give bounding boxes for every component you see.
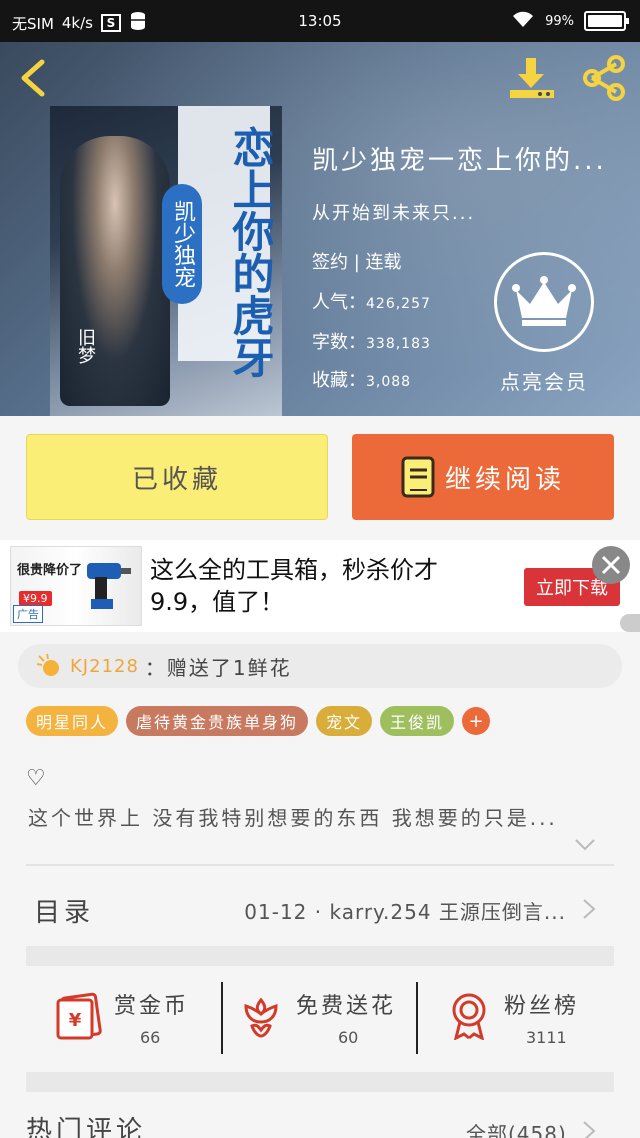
book-title: 凯少独宠一恋上你的... [312, 146, 607, 176]
free-flower-action[interactable]: 免费送花 60 [224, 966, 418, 1072]
back-arrow-icon [21, 59, 45, 97]
svg-text:¥: ¥ [69, 1010, 82, 1031]
ad-banner[interactable]: 很贵降价了 ¥9.9 广告 这么全的工具箱，秒杀价才9.9，值了！ 立即下载 [0, 540, 640, 632]
book-short-desc: 从开始到未来只... [312, 203, 476, 224]
gift-sparkle-icon [36, 653, 59, 676]
popularity-row: 人气：426,257 [312, 288, 431, 314]
book-status: 签约 | 连载 [312, 252, 402, 273]
reward-coins-label: 赏金币 [114, 994, 190, 1019]
ticker-user: KJ2128 [70, 655, 139, 677]
reward-coins-count: 66 [140, 1028, 161, 1047]
book-info: 凯少独宠一恋上你的... 从开始到未来只... [312, 140, 607, 225]
wifi-icon [511, 10, 535, 32]
back-button[interactable] [16, 58, 52, 98]
popularity-label: 人气： [312, 292, 366, 313]
add-tag-button[interactable]: + [462, 707, 491, 735]
vip-button[interactable] [494, 252, 594, 352]
favorites-row: 收藏：3,088 [312, 366, 411, 392]
gift-ticker[interactable]: KJ2128 ：赠送了1鲜花 [18, 644, 622, 688]
crown-icon [512, 276, 576, 326]
tag-item[interactable]: 王俊凯 [380, 706, 455, 736]
red-envelope-icon: ¥ [56, 992, 102, 1040]
tag-list: 明星同人 虐待黄金贵族单身狗 宠文 王俊凯 + [26, 706, 491, 736]
wordcount-row: 字数：338,183 [312, 328, 431, 354]
chevron-right-icon[interactable] [582, 1120, 596, 1138]
status-bar: 无SIM 4k/s S 13:05 99% [0, 0, 640, 42]
ad-close-button[interactable] [592, 546, 630, 584]
download-button[interactable] [508, 56, 556, 100]
reward-coins-action[interactable]: ¥ 赏金币 66 [26, 966, 222, 1072]
battery-icon [584, 11, 629, 31]
favorites-label: 收藏： [312, 370, 366, 391]
book-intro[interactable]: 这个世界上 没有我特别想要的东西 我想要的只是... [28, 802, 608, 831]
close-icon [601, 555, 621, 575]
toc-label: 目录 [34, 898, 95, 928]
section-spacer [26, 946, 614, 966]
collected-label: 已收藏 [131, 464, 222, 495]
separator [221, 982, 223, 1054]
ad-image-price: ¥9.9 [19, 591, 52, 606]
battery-percent: 99% [545, 13, 574, 29]
support-actions: ¥ 赏金币 66 免费送花 60 粉丝榜 3111 [26, 966, 614, 1072]
table-of-contents-row[interactable]: 目录 01-12 · karry.254 王源压倒言... [26, 868, 614, 948]
tag-item[interactable]: 明星同人 [26, 706, 119, 736]
fan-ranking-label: 粉丝榜 [504, 994, 580, 1019]
wordcount-label: 字数： [312, 332, 366, 353]
separator [416, 982, 418, 1054]
favorites-value: 3,088 [366, 374, 412, 390]
ticker-message: ：赠送了1鲜花 [144, 655, 292, 680]
hot-comments-title: 热门评论 [26, 1116, 147, 1138]
cover-illustration [60, 136, 170, 406]
drill-icon [87, 563, 131, 609]
section-spacer [26, 1072, 614, 1092]
cover-author: 旧梦 [75, 328, 96, 364]
share-button[interactable] [580, 54, 628, 102]
book-cover[interactable]: 恋上你的虎牙 凯少独宠 旧梦 [50, 106, 282, 416]
latest-chapter: 01-12 · karry.254 王源压倒言... [244, 900, 566, 924]
wordcount-value: 338,183 [366, 336, 431, 352]
free-flower-label: 免费送花 [296, 994, 397, 1019]
fan-ranking-count: 3111 [526, 1028, 567, 1047]
vip-label: 点亮会员 [500, 370, 588, 394]
chevron-right-icon [583, 899, 596, 919]
download-icon [510, 58, 554, 98]
status-right: 99% [511, 10, 629, 32]
tag-item[interactable]: 虐待黄金贵族单身狗 [126, 706, 309, 736]
fan-ranking-action[interactable]: 粉丝榜 3111 [420, 966, 614, 1072]
ad-text: 这么全的工具箱，秒杀价才9.9，值了！ [150, 556, 438, 616]
ad-choices-icon[interactable] [620, 614, 640, 632]
all-comments-link[interactable]: 全部(458) [466, 1118, 567, 1138]
ad-tag: 广告 [13, 605, 43, 623]
continue-reading-label: 继续阅读 [444, 464, 565, 495]
book-header: 恋上你的虎牙 凯少独宠 旧梦 凯少独宠一恋上你的... 从开始到未来只... 签… [0, 42, 640, 416]
ad-image: 很贵降价了 ¥9.9 广告 [10, 546, 142, 626]
collected-button[interactable]: 已收藏 [26, 434, 328, 520]
tag-item[interactable]: 宠文 [316, 706, 373, 736]
divider [26, 864, 614, 866]
cover-title: 恋上你的虎牙 [226, 126, 275, 378]
share-icon [583, 55, 625, 101]
continue-reading-button[interactable]: 继续阅读 [352, 434, 614, 520]
flower-icon [244, 997, 278, 1038]
free-flower-count: 60 [338, 1028, 359, 1047]
book-icon [401, 456, 435, 498]
expand-chevron-icon[interactable] [574, 838, 596, 852]
popularity-value: 426,257 [366, 296, 431, 312]
medal-icon [452, 993, 486, 1040]
ad-image-headline: 很贵降价了 [17, 563, 83, 578]
cover-subtitle: 凯少独宠 [162, 184, 202, 304]
heart-icon: ♡ [26, 766, 46, 791]
